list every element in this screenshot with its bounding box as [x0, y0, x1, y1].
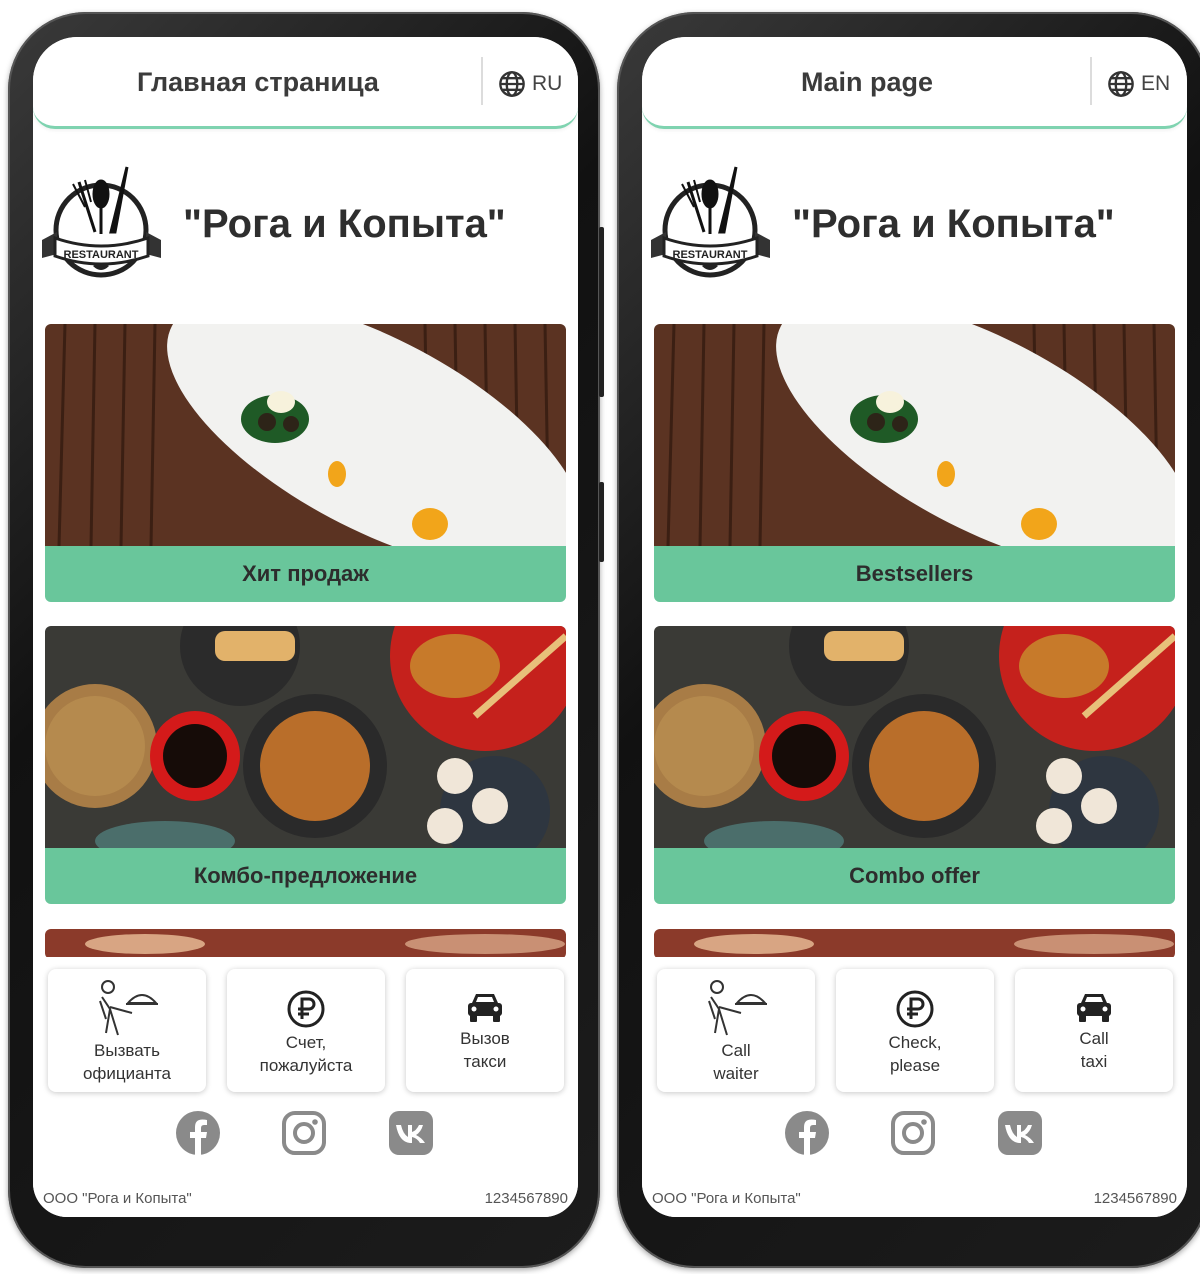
- language-code: EN: [1141, 72, 1171, 95]
- phone-frame: Главная страница RU RESTAURANT "Рога и К…: [8, 12, 604, 1268]
- top-bar: Главная страница RU: [33, 37, 578, 129]
- call-waiter-button[interactable]: Call waiter: [657, 969, 815, 1092]
- combo-photo: [654, 626, 1175, 848]
- card-label: Combo offer: [654, 848, 1175, 904]
- bottom-panel: Вызвать официанта Счет, пожалуйста Вызов…: [33, 957, 578, 1217]
- header-divider: [1090, 57, 1092, 105]
- card-label: Комбо-предложение: [45, 848, 566, 904]
- phone-side-button: [599, 482, 604, 562]
- action-label: Вызов такси: [460, 1029, 510, 1071]
- card-label: Хит продаж: [45, 546, 566, 602]
- car-icon: [468, 994, 502, 1022]
- menu-card[interactable]: [45, 929, 566, 959]
- bottom-panel: Call waiter Check, please Call taxi ООО …: [642, 957, 1187, 1217]
- menu-card[interactable]: Хит продаж: [45, 324, 566, 602]
- card-label: Bestsellers: [654, 546, 1175, 602]
- bestseller-photo: [654, 324, 1175, 546]
- card-photo: [654, 929, 1175, 959]
- language-switcher[interactable]: EN: [1107, 70, 1170, 98]
- request-check-button[interactable]: Check, please: [836, 969, 994, 1092]
- ruble-icon: [896, 990, 934, 1028]
- phone-number: 1234567890: [1093, 1190, 1177, 1207]
- card-photo: [45, 929, 566, 959]
- language-code: RU: [532, 72, 563, 95]
- vk-icon[interactable]: [997, 1110, 1043, 1156]
- menu-card[interactable]: Bestsellers: [654, 324, 1175, 602]
- action-label: Счет, пожалуйста: [259, 1033, 353, 1075]
- call-taxi-button[interactable]: Вызов такси: [406, 969, 564, 1092]
- globe-icon: [499, 71, 525, 97]
- top-bar: Main page EN: [642, 37, 1187, 129]
- call-taxi-button[interactable]: Call taxi: [1015, 969, 1173, 1092]
- instagram-icon[interactable]: [281, 1110, 327, 1156]
- restaurant-logo: RESTAURANT: [651, 166, 770, 278]
- phone-screen: Главная страница RU RESTAURANT "Рога и К…: [33, 37, 578, 1217]
- action-label: Call taxi: [1079, 1029, 1109, 1071]
- phone-side-button: [599, 227, 604, 397]
- company-name: ООО "Рога и Копыта": [652, 1190, 801, 1207]
- globe-icon: [1108, 71, 1134, 97]
- vk-icon[interactable]: [388, 1110, 434, 1156]
- action-label: Call waiter: [713, 1041, 759, 1083]
- facebook-icon[interactable]: [784, 1110, 830, 1156]
- restaurant-logo: RESTAURANT: [42, 166, 161, 278]
- menu-card[interactable]: [654, 929, 1175, 959]
- ruble-icon: [287, 990, 325, 1028]
- waiter-icon: [99, 980, 158, 1036]
- restaurant-name: "Рога и Копыта": [792, 202, 1115, 246]
- logo-text: RESTAURANT: [64, 249, 139, 261]
- car-icon: [1077, 994, 1111, 1022]
- waiter-icon: [708, 980, 767, 1036]
- request-check-button[interactable]: Счет, пожалуйста: [227, 969, 385, 1092]
- action-label: Вызвать официанта: [82, 1041, 172, 1083]
- company-name: ООО "Рога и Копыта": [43, 1190, 192, 1207]
- call-waiter-button[interactable]: Вызвать официанта: [48, 969, 206, 1092]
- instagram-icon[interactable]: [890, 1110, 936, 1156]
- page-title: Главная страница: [137, 67, 379, 97]
- menu-card[interactable]: Combo offer: [654, 626, 1175, 904]
- language-switcher[interactable]: RU: [498, 70, 562, 98]
- page-title: Main page: [800, 67, 934, 97]
- combo-photo: [45, 626, 566, 848]
- action-label: Check, please: [888, 1033, 942, 1075]
- menu-card[interactable]: Комбо-предложение: [45, 626, 566, 904]
- phone-screen: Main page EN RESTAURANT "Рога и Копыта" …: [642, 37, 1187, 1217]
- bestseller-photo: [45, 324, 566, 546]
- facebook-icon[interactable]: [175, 1110, 221, 1156]
- phone-frame: Main page EN RESTAURANT "Рога и Копыта" …: [617, 12, 1200, 1268]
- restaurant-name: "Рога и Копыта": [183, 202, 506, 246]
- header-divider: [481, 57, 483, 105]
- phone-number: 1234567890: [484, 1190, 568, 1207]
- logo-text: RESTAURANT: [673, 249, 748, 261]
